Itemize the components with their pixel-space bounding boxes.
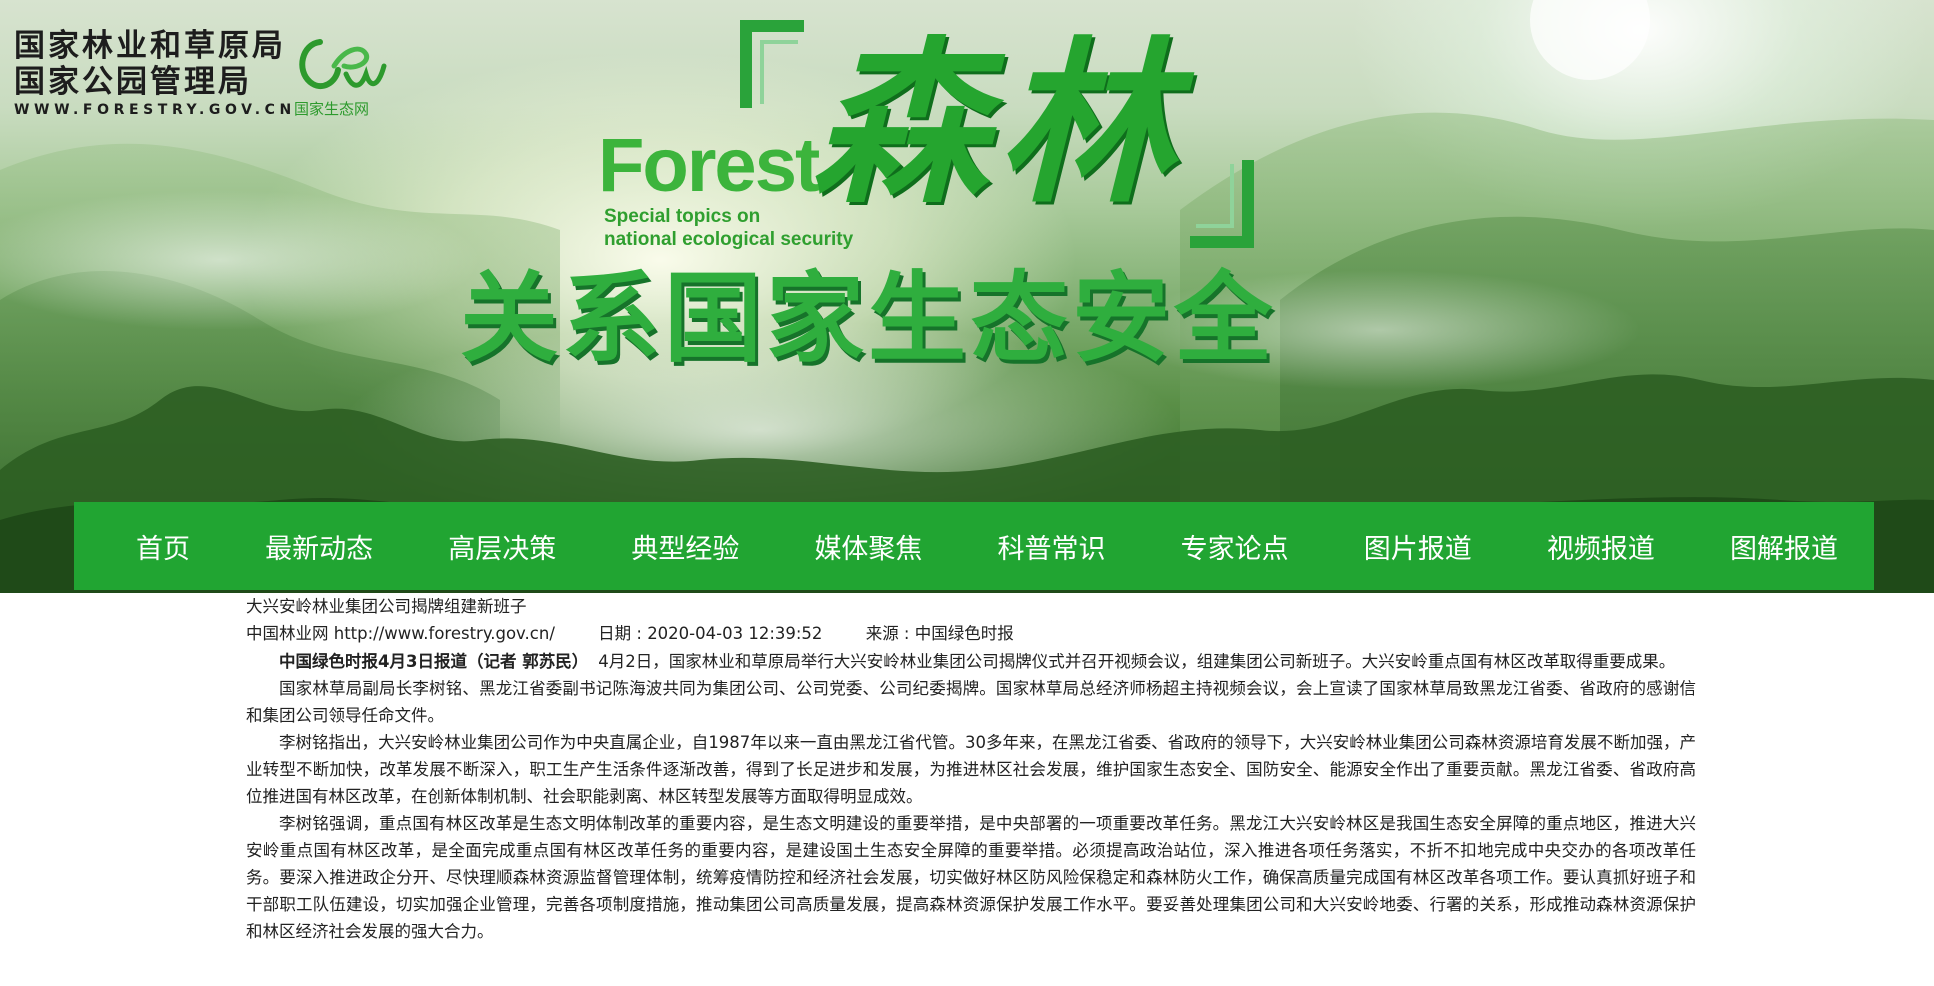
forest-title: Forest bbox=[598, 123, 820, 208]
article: 大兴安岭林业集团公司揭牌组建新班子 中国林业网 http://www.fores… bbox=[246, 594, 1696, 945]
article-title: 大兴安岭林业集团公司揭牌组建新班子 bbox=[246, 597, 527, 616]
left-bracket-decoration bbox=[740, 20, 804, 108]
nav-item-video-reports[interactable]: 视频报道 bbox=[1547, 527, 1655, 566]
article-paragraph: 李树铭指出，大兴安岭林业集团公司作为中央直属企业，自1987年以来一直由黑龙江省… bbox=[246, 733, 1696, 806]
page: 国家林业和草原局 国家公园管理局 WWW.FORESTRY.GOV.CN 国家生… bbox=[0, 0, 1934, 986]
nav-item-infographic-reports[interactable]: 图解报道 bbox=[1730, 527, 1838, 566]
site-logo[interactable]: 国家林业和草原局 国家公园管理局 WWW.FORESTRY.GOV.CN bbox=[14, 28, 296, 120]
eco-net-logo-icon bbox=[299, 39, 387, 90]
right-bracket-decoration bbox=[1190, 160, 1254, 248]
calligraphy-title: 森林 bbox=[812, 20, 1185, 227]
forest-subtitle-line2: national ecological security bbox=[604, 229, 854, 250]
org-url: WWW.FORESTRY.GOV.CN bbox=[14, 102, 296, 118]
article-source-site: 中国林业网 http://www.forestry.gov.cn/ bbox=[246, 624, 555, 643]
nav-item-home[interactable]: 首页 bbox=[136, 527, 190, 566]
article-paragraph: 中国绿色时报4月3日报道（记者 郭苏民） 4月2日，国家林业和草原局举行大兴安岭林… bbox=[246, 648, 1696, 675]
eco-net-caption: 国家生态网 bbox=[294, 100, 370, 118]
article-paragraph: 李树铭强调，重点国有林区改革是生态文明体制改革的重要内容，是生态文明建设的重要举… bbox=[246, 814, 1696, 941]
banner-slogan: 关系国家生态安全 bbox=[460, 262, 1277, 376]
nav-item-latest-news[interactable]: 最新动态 bbox=[265, 527, 373, 566]
article-paragraph-text: 4月2日，国家林业和草原局举行大兴安岭林业集团公司揭牌仪式并召开视频会议，组建集… bbox=[598, 652, 1676, 671]
nav-item-science-knowledge[interactable]: 科普常识 bbox=[998, 527, 1106, 566]
article-date: 日期 : 2020-04-03 12:39:52 bbox=[598, 624, 823, 643]
article-source: 来源 : 中国绿色时报 bbox=[865, 624, 1014, 643]
nav-item-expert-opinions[interactable]: 专家论点 bbox=[1181, 527, 1289, 566]
org-name-line1: 国家林业和草原局 bbox=[14, 28, 286, 64]
main-nav: 首页 最新动态 高层决策 典型经验 媒体聚焦 科普常识 专家论点 图片报道 视频… bbox=[74, 502, 1874, 590]
nav-item-high-level-decisions[interactable]: 高层决策 bbox=[448, 527, 556, 566]
eco-net-logo[interactable]: 国家生态网 bbox=[290, 30, 400, 120]
article-meta: 中国林业网 http://www.forestry.gov.cn/ 日期 : 2… bbox=[246, 620, 1696, 648]
nav-item-media-focus[interactable]: 媒体聚焦 bbox=[814, 527, 922, 566]
nav-item-photo-reports[interactable]: 图片报道 bbox=[1364, 527, 1472, 566]
article-paragraph: 国家林草局副局长李树铭、黑龙江省委副书记陈海波共同为集团公司、公司党委、公司纪委… bbox=[246, 679, 1696, 725]
header-banner: 国家林业和草原局 国家公园管理局 WWW.FORESTRY.GOV.CN 国家生… bbox=[0, 0, 1934, 593]
org-name-line2: 国家公园管理局 bbox=[14, 64, 252, 100]
article-lead: 中国绿色时报4月3日报道（记者 郭苏民） bbox=[279, 652, 589, 671]
nav-item-typical-experience[interactable]: 典型经验 bbox=[631, 527, 739, 566]
